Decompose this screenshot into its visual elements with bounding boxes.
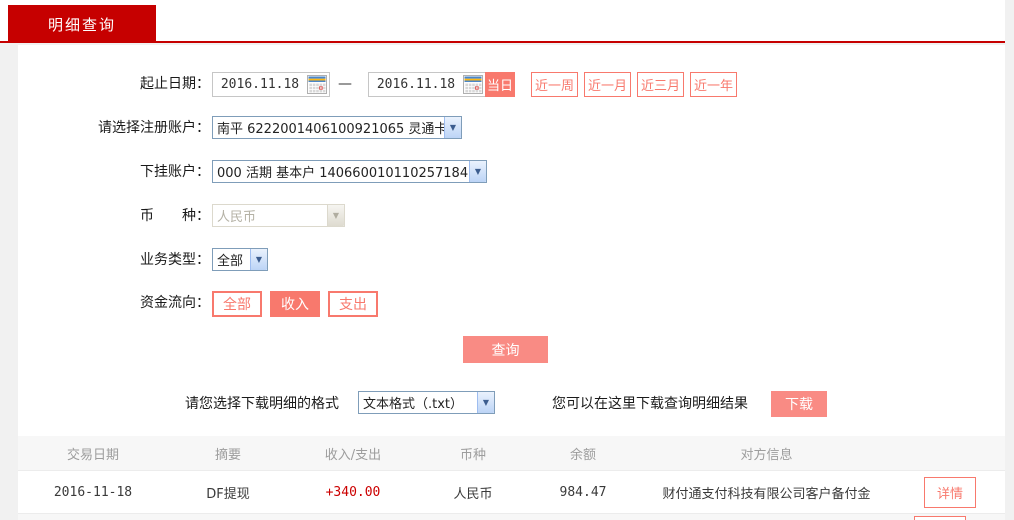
download-row: 请您选择下载明细的格式 文本格式（.txt） ▼ 您可以在这里下载查询明细结果 … (18, 391, 1005, 417)
register-account-label: 请选择注册账户： (98, 120, 210, 136)
fund-flow-label: 资金流向： (140, 295, 210, 311)
chevron-down-icon: ▼ (469, 161, 486, 182)
currency-select: 人民币 ▼ (212, 204, 345, 227)
download-button[interactable]: 下载 (771, 391, 827, 417)
fund-flow-row: 资金流向： 全部 收入 支出 (18, 291, 1005, 317)
query-form-panel: 起止日期： 2016.11.18 — 2016.11.18 当日 近一周 近一月… (18, 45, 1005, 520)
currency-label: 币 种： (140, 208, 210, 224)
col-header-balance: 余额 (569, 447, 596, 463)
quick-range-year-button[interactable]: 近一年 (690, 72, 737, 97)
register-account-row: 请选择注册账户： 南平 6222001406100921065 灵通卡 ▼ (18, 116, 1005, 142)
quick-range-month-button[interactable]: 近一月 (584, 72, 631, 97)
col-header-summary: 摘要 (214, 447, 241, 463)
calendar-icon[interactable] (463, 75, 483, 94)
col-header-currency: 币种 (459, 447, 486, 463)
end-date-value: 2016.11.18 (376, 77, 456, 92)
quick-range-today-button[interactable]: 当日 (485, 72, 515, 97)
download-format-label: 请您选择下载明细的格式 (185, 396, 339, 412)
download-format-value: 文本格式（.txt） (363, 397, 464, 412)
fund-flow-all-button[interactable]: 全部 (212, 291, 262, 317)
chevron-down-icon: ▼ (327, 205, 344, 226)
cell-balance: 984.47 (559, 484, 607, 500)
business-type-select[interactable]: 全部 ▼ (212, 248, 268, 271)
cell-date: 2016-11-18 (53, 484, 133, 500)
cell-summary: DF提现 (206, 486, 250, 502)
col-header-counterparty: 对方信息 (740, 447, 793, 463)
cell-amount: +340.00 (325, 484, 381, 500)
quick-range-quarter-button[interactable]: 近三月 (637, 72, 684, 97)
start-date-input[interactable]: 2016.11.18 (212, 72, 330, 97)
end-date-input[interactable]: 2016.11.18 (368, 72, 486, 97)
fund-flow-expense-button[interactable]: 支出 (328, 291, 378, 317)
date-separator: — (338, 76, 352, 92)
chevron-down-icon: ▼ (477, 392, 494, 413)
date-range-row: 起止日期： 2016.11.18 — 2016.11.18 当日 近一周 近一月… (18, 72, 1005, 98)
register-account-value: 南平 6222001406100921065 灵通卡 (217, 122, 444, 137)
fund-flow-income-button[interactable]: 收入 (270, 291, 320, 317)
tab-label: 明细查询 (47, 15, 116, 34)
business-type-label: 业务类型： (140, 252, 210, 268)
calendar-icon[interactable] (307, 75, 327, 94)
table-row: 2016-11-18 DF提现 +340.00 人民币 984.47 财付通支付… (18, 471, 1005, 514)
chevron-down-icon: ▼ (250, 249, 267, 270)
table-header-row: 交易日期 摘要 收入/支出 币种 余额 对方信息 (18, 436, 1005, 471)
tab-detail-query[interactable]: 明细查询 (8, 5, 156, 43)
sub-account-select[interactable]: 000 活期 基本户 1406600101102571848 ▼ (212, 160, 487, 183)
col-header-date: 交易日期 (66, 447, 119, 463)
detail-button[interactable]: 详情 (923, 476, 976, 508)
download-hint: 您可以在这里下载查询明细结果 (552, 396, 748, 412)
quick-range-week-button[interactable]: 近一周 (531, 72, 578, 97)
tab-bar: 明细查询 (0, 0, 1005, 43)
chevron-down-icon: ▼ (444, 117, 461, 138)
register-account-select[interactable]: 南平 6222001406100921065 灵通卡 ▼ (212, 116, 462, 139)
currency-row: 币 种： 人民币 ▼ (18, 204, 1005, 230)
sub-account-label: 下挂账户： (140, 164, 210, 180)
col-header-amount: 收入/支出 (324, 447, 382, 463)
sub-account-row: 下挂账户： 000 活期 基本户 1406600101102571848 ▼ (18, 160, 1005, 186)
cell-counterparty: 财付通支付科技有限公司客户备付金 (662, 486, 871, 502)
query-button[interactable]: 查询 (463, 336, 548, 363)
business-type-value: 全部 (217, 254, 244, 269)
cell-currency: 人民币 (453, 486, 493, 502)
business-type-row: 业务类型： 全部 ▼ (18, 248, 1005, 274)
start-date-value: 2016.11.18 (220, 77, 300, 92)
currency-value: 人民币 (217, 210, 257, 225)
download-format-select[interactable]: 文本格式（.txt） ▼ (358, 391, 495, 414)
sub-account-value: 000 活期 基本户 1406600101102571848 (217, 166, 469, 181)
date-range-label: 起止日期： (140, 76, 210, 92)
detail-button[interactable]: 详情 (913, 516, 966, 520)
results-table: 交易日期 摘要 收入/支出 币种 余额 对方信息 2016-11-18 DF提现… (18, 436, 1005, 520)
table-row-partial: 详情 (18, 514, 1005, 520)
